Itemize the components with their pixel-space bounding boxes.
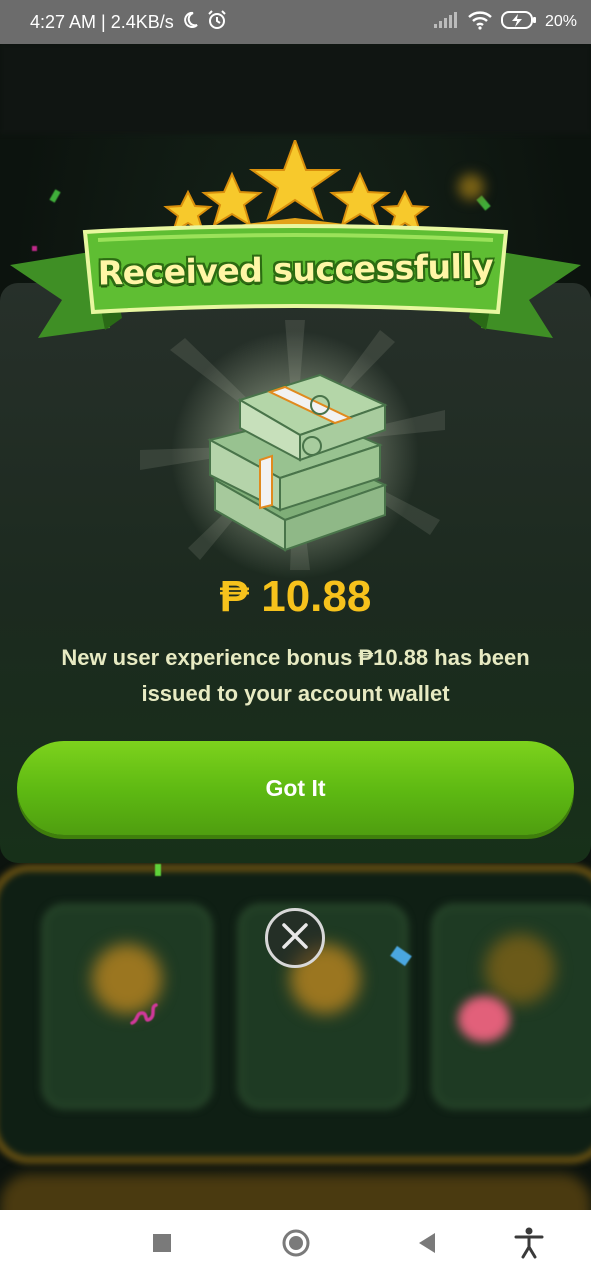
- close-button[interactable]: [265, 908, 325, 968]
- recents-square-icon: [152, 1233, 172, 1258]
- accessibility-button[interactable]: [504, 1220, 554, 1270]
- system-nav-bar: [0, 1210, 591, 1280]
- confetti: [124, 989, 164, 1034]
- wifi-icon: [467, 10, 493, 35]
- signal-icon: [433, 11, 459, 34]
- ribbon-banner: [10, 140, 581, 338]
- home-button[interactable]: [271, 1220, 321, 1270]
- confetti: [155, 864, 161, 876]
- bonus-message: New user experience bonus ₱10.88 has bee…: [61, 645, 530, 706]
- alarm-icon: [206, 9, 228, 36]
- bonus-amount: ₱ 10.88: [219, 572, 372, 621]
- recents-button[interactable]: [137, 1220, 187, 1270]
- background-coin: [485, 934, 555, 1004]
- status-time-speed: 4:27 AM | 2.4KB/s: [30, 11, 174, 32]
- cash-stack-icon: [207, 373, 388, 552]
- home-circle-icon: [282, 1229, 310, 1262]
- confetti: [458, 996, 510, 1042]
- close-icon: [280, 921, 310, 956]
- back-triangle-icon: [417, 1232, 437, 1259]
- background-bottom-bar: [0, 1174, 591, 1210]
- got-it-button[interactable]: Got It: [17, 741, 574, 835]
- back-button[interactable]: [402, 1220, 452, 1270]
- accessibility-icon: [514, 1227, 544, 1264]
- moon-icon: [180, 10, 200, 35]
- background-header: [0, 44, 591, 134]
- status-bar: 4:27 AM | 2.4KB/s 20%: [0, 0, 591, 44]
- battery-percent: 20%: [544, 13, 577, 30]
- battery-charging-icon: [500, 10, 537, 35]
